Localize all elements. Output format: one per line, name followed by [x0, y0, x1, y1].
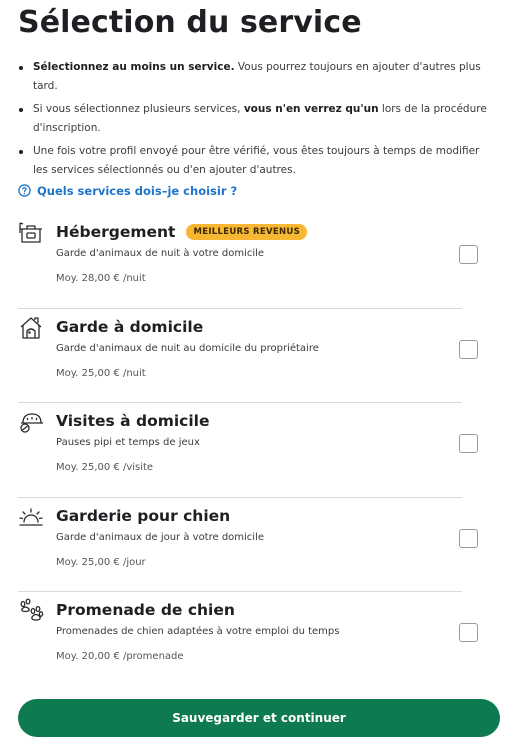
intro-bullet-2-pre: Si vous sélectionnez plusieurs services, — [33, 103, 244, 115]
service-description: Pauses pipi et temps de jeux — [56, 437, 200, 448]
service-dog-walking[interactable]: Promenade de chien Promenades de chien a… — [18, 592, 478, 687]
intro-bullet-1-strong: Sélectionnez au moins un service. — [33, 61, 235, 73]
intro-bullet-2-strong: vous n'en verrez qu'un — [243, 103, 379, 115]
house-sitting-icon — [18, 315, 44, 341]
service-average-price: Moy. 25,00 € /nuit — [56, 367, 146, 379]
service-average-price: Moy. 25,00 € /jour — [56, 556, 146, 568]
intro-bullet-3: Une fois votre profil envoyé pour être v… — [18, 142, 496, 180]
help-link[interactable]: Quels services dois–je choisir ? — [18, 182, 237, 200]
service-description: Garde d'animaux de nuit à votre domicile — [56, 248, 265, 259]
question-circle-icon — [18, 182, 31, 201]
service-title: Garde à domicile — [56, 317, 204, 336]
service-average-price: Moy. 25,00 € /visite — [56, 462, 154, 473]
service-description: Promenades de chien adaptées à votre emp… — [56, 626, 340, 637]
service-title: Garderie pour chien — [56, 506, 231, 525]
intro-bullet-3-text: Une fois votre profil envoyé pour être v… — [33, 145, 480, 176]
service-doggy-daycare[interactable]: Garderie pour chien Garde d'animaux de j… — [18, 498, 478, 592]
intro-bullet-list: Sélectionnez au moins un service. Vous p… — [18, 58, 496, 184]
service-title-row: Hébergement MEILLEURS REVENUS — [56, 222, 308, 242]
top-earnings-badge: MEILLEURS REVENUS — [186, 224, 308, 240]
service-house-sitting[interactable]: Garde à domicile Garde d'animaux de nuit… — [18, 309, 478, 403]
drop-in-visit-icon — [18, 409, 44, 435]
service-checkbox[interactable] — [459, 339, 478, 359]
save-and-continue-button[interactable]: Sauvegarder et continuer — [18, 699, 500, 737]
page-title: Sélection du service — [18, 5, 362, 40]
sun-daycare-icon — [18, 504, 44, 530]
service-title: Promenade de chien — [56, 601, 235, 619]
service-title-row: Garde à domicile — [56, 317, 203, 337]
intro-bullet-1: Sélectionnez au moins un service. Vous p… — [18, 58, 496, 96]
service-title-row: Promenade de chien — [56, 600, 235, 620]
service-description: Garde d'animaux de jour à votre domicile — [56, 531, 265, 543]
service-average-price: Moy. 28,00 € /nuit — [56, 273, 146, 284]
service-boarding[interactable]: Hébergement MEILLEURS REVENUS Garde d'an… — [18, 214, 478, 309]
intro-bullet-2: Si vous sélectionnez plusieurs services,… — [18, 100, 496, 138]
paw-walking-icon — [18, 598, 44, 624]
service-list: Hébergement MEILLEURS REVENUS Garde d'an… — [18, 214, 478, 687]
service-drop-in-visits[interactable]: Visites à domicile Pauses pipi et temps … — [18, 403, 478, 498]
boarding-suitcase-icon — [18, 220, 44, 246]
service-title-row: Visites à domicile — [56, 411, 210, 431]
service-average-price: Moy. 20,00 € /promenade — [56, 651, 184, 662]
service-title: Visites à domicile — [56, 412, 210, 430]
service-checkbox[interactable] — [459, 245, 478, 264]
service-title: Hébergement — [56, 223, 176, 241]
service-checkbox[interactable] — [459, 623, 478, 642]
service-title-row: Garderie pour chien — [56, 506, 230, 526]
help-link-label: Quels services dois–je choisir ? — [37, 184, 238, 198]
service-checkbox[interactable] — [459, 528, 478, 548]
service-description: Garde d'animaux de nuit au domicile du p… — [56, 342, 319, 354]
service-checkbox[interactable] — [459, 434, 478, 453]
